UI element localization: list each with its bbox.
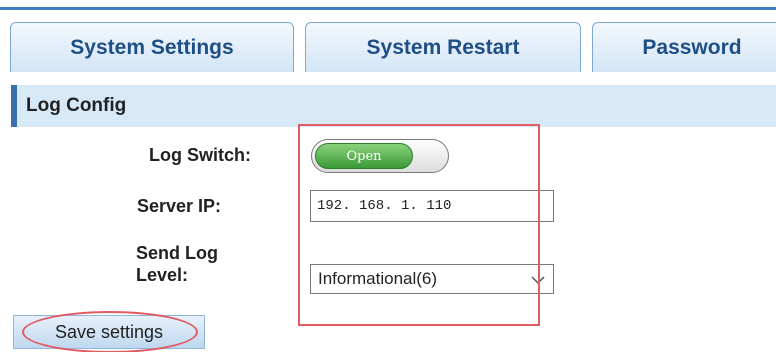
- save-settings-button[interactable]: Save settings: [13, 315, 205, 349]
- highlight-box: [298, 124, 540, 326]
- server-ip-label: Server IP:: [137, 196, 222, 216]
- send-log-level-label-line1: Send Log: [136, 243, 218, 263]
- section-title: Log Config: [26, 95, 127, 116]
- log-config-page: System Settings System Restart Password …: [0, 0, 776, 352]
- top-accent-rule: [0, 7, 776, 10]
- send-log-level-label-line2: Level:: [136, 265, 189, 285]
- tab-system-restart[interactable]: System Restart: [305, 22, 581, 72]
- tab-system-settings[interactable]: System Settings: [10, 22, 294, 72]
- log-switch-label: Log Switch:: [149, 145, 251, 165]
- send-log-level-label: Send Log Level:: [136, 242, 218, 286]
- tab-password[interactable]: Password: [592, 22, 776, 72]
